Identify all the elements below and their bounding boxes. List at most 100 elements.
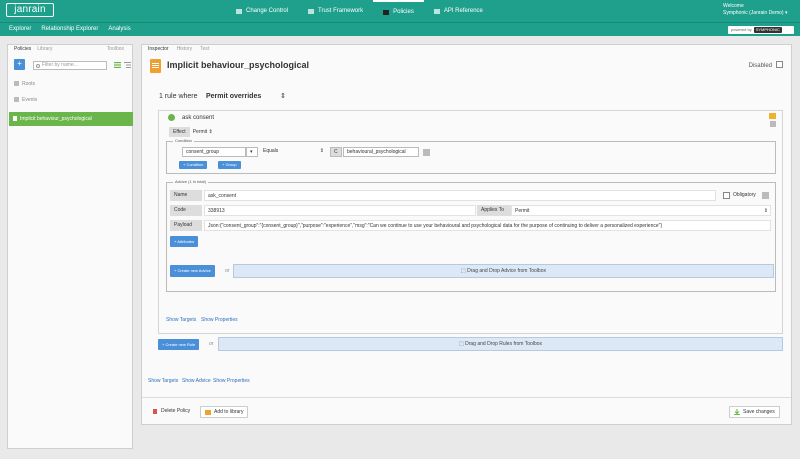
tree-view-icon[interactable] [124,62,131,68]
add-to-library-button[interactable]: Add to library [200,406,249,418]
sub-bar: Explorer Relationship Explorer Analysis … [0,22,800,36]
condition-value-input[interactable]: behavioural_psychological [343,147,419,157]
trash-icon [153,409,157,414]
roots-icon [14,81,19,86]
panel-resize-handle[interactable] [135,44,139,449]
top-nav: Change Control Trust Framework Policies … [226,0,493,22]
tab-policies[interactable]: Policies [14,45,31,55]
add-button[interactable]: + [14,59,25,70]
trust-framework-icon [308,8,315,14]
advice-name-input[interactable]: ask_consent [204,190,716,201]
subnav-relationship-explorer[interactable]: Relationship Explorer [36,23,103,37]
condition-operator-select[interactable]: Equals ⇕ [260,147,326,157]
inspector-panel: Inspector History Test Implicit behaviou… [141,44,792,425]
save-changes-label: Save changes [743,409,775,415]
policy-footer: Delete Policy Add to library Save change… [142,397,791,424]
add-group-button[interactable]: + Group [218,161,241,169]
nav-api-reference[interactable]: API Reference [424,0,493,22]
policy-item-active[interactable]: Implicit behaviour_psychological [9,112,133,126]
disabled-label: Disabled [748,63,772,69]
chevron-updown-icon[interactable]: ⇕ [280,92,286,100]
advice-payload-row: Payload Json:{"consent_group":"{consent_… [170,220,773,231]
janrain-logo[interactable]: janrain [6,3,54,17]
policy-header: Implicit behaviour_psychological Disable… [142,54,791,77]
tab-history[interactable]: History [177,45,193,54]
effect-value[interactable]: Permit ⇕ [190,127,216,137]
chevron-down-icon[interactable]: ▾ [246,147,258,157]
events-icon [14,97,19,102]
tab-inspector[interactable]: Inspector [148,45,169,54]
left-search-row: + Filter by name... [14,59,131,71]
sub-nav: Explorer Relationship Explorer Analysis [4,23,136,37]
toolbox-link[interactable]: Toolbox [107,45,124,55]
delete-condition-icon[interactable] [423,149,430,156]
subnav-analysis[interactable]: Analysis [103,23,135,37]
show-properties-link[interactable]: Show Properties [213,378,250,384]
rule-card: ask consent Effect Permit ⇕ Condition con… [158,110,783,334]
condition-type-badge: C [330,147,342,157]
user-menu[interactable]: Welcome Symphonic (Janrain Demo) ▾ [723,3,793,17]
delete-advice-icon[interactable] [762,192,769,199]
or-label: or [209,341,214,347]
obligatory-checkbox[interactable] [723,192,730,199]
api-reference-icon [433,8,440,14]
advice-name-label: Name [170,190,202,201]
welcome-label: Welcome [723,3,744,9]
policy-icon [13,116,17,121]
tab-test[interactable]: Test [200,45,209,54]
chevron-updown-icon: ⇕ [763,208,768,214]
symphonic-logo: SYMPHONIC [753,27,782,33]
applies-to-value: Permit [515,208,530,214]
rule-show-properties-link[interactable]: Show Properties [201,317,238,323]
nav-trust-framework[interactable]: Trust Framework [298,0,373,22]
applies-to-select[interactable]: Permit ⇕ [511,205,771,216]
drop-rules-zone[interactable]: ⬚ Drag and Drop Rules from Toolbox [218,337,783,351]
rule-show-targets-link[interactable]: Show Targets [166,317,196,323]
applies-to-label: Applies To [477,205,511,216]
section-events[interactable]: Events [14,97,37,103]
policy-document-icon [150,59,161,73]
attributes-button[interactable]: + Attributes [170,236,199,247]
delete-rule-icon[interactable] [770,121,776,127]
rule-name[interactable]: ask consent [182,115,214,121]
show-targets-link[interactable]: Show Targets [148,378,178,384]
nav-label: Change Control [246,8,289,14]
disabled-checkbox[interactable] [776,61,783,68]
nav-policies[interactable]: Policies [373,0,424,22]
payload-input[interactable]: Json:{"consent_group":"{consent_group}",… [204,220,771,231]
advice-code-row: Code 338913 Applies To Permit ⇕ [170,205,773,216]
page-title: Implicit behaviour_psychological [167,60,310,70]
tab-library[interactable]: Library [37,45,52,55]
condition-attribute-select[interactable]: consent_group [182,147,246,157]
add-condition-button[interactable]: + Condition [179,161,208,169]
drop-advice-zone[interactable]: ⬚ Drag and Drop Advice from Toolbox [233,264,774,278]
advice-fieldset: Advice (1 in total) Name ask_consent Obl… [166,179,776,292]
subnav-explorer[interactable]: Explorer [4,23,36,37]
effect-selector[interactable]: Effect Permit ⇕ [169,127,216,137]
combining-algorithm[interactable]: Permit overrides [206,93,261,100]
comment-icon[interactable] [769,113,776,119]
left-panel: Policies Library Toolbox + Filter by nam… [7,44,133,449]
inspector-tabs: Inspector History Test [142,45,791,54]
nav-change-control[interactable]: Change Control [226,0,298,22]
search-icon [36,64,40,68]
list-view-icon[interactable] [114,62,121,68]
rule-where-label: 1 rule where [159,93,198,100]
delete-policy-button[interactable]: Delete Policy [148,406,194,418]
nav-label: API Reference [443,8,483,14]
advice-name-row: Name ask_consent Obligatory [170,190,773,201]
save-changes-button[interactable]: Save changes [729,406,780,418]
disabled-toggle[interactable]: Disabled [749,61,783,69]
create-advice-button[interactable]: + Create new Advice [170,265,215,277]
filter-input[interactable]: Filter by name... [33,61,107,70]
create-rule-button[interactable]: + Create new Rule [158,339,200,350]
powered-by-badge: powered by SYMPHONIC [728,26,794,34]
obligatory-label: Obligatory [733,192,756,198]
advice-code-input[interactable]: 338913 [204,205,476,216]
condition-fieldset: Condition consent_group ▾ Equals ⇕ C beha… [166,138,776,174]
delete-policy-label: Delete Policy [161,408,191,414]
or-label: or [225,268,230,274]
library-icon [205,410,211,415]
section-roots[interactable]: Roots [14,81,35,87]
show-advice-link[interactable]: Show Advice [182,378,211,384]
